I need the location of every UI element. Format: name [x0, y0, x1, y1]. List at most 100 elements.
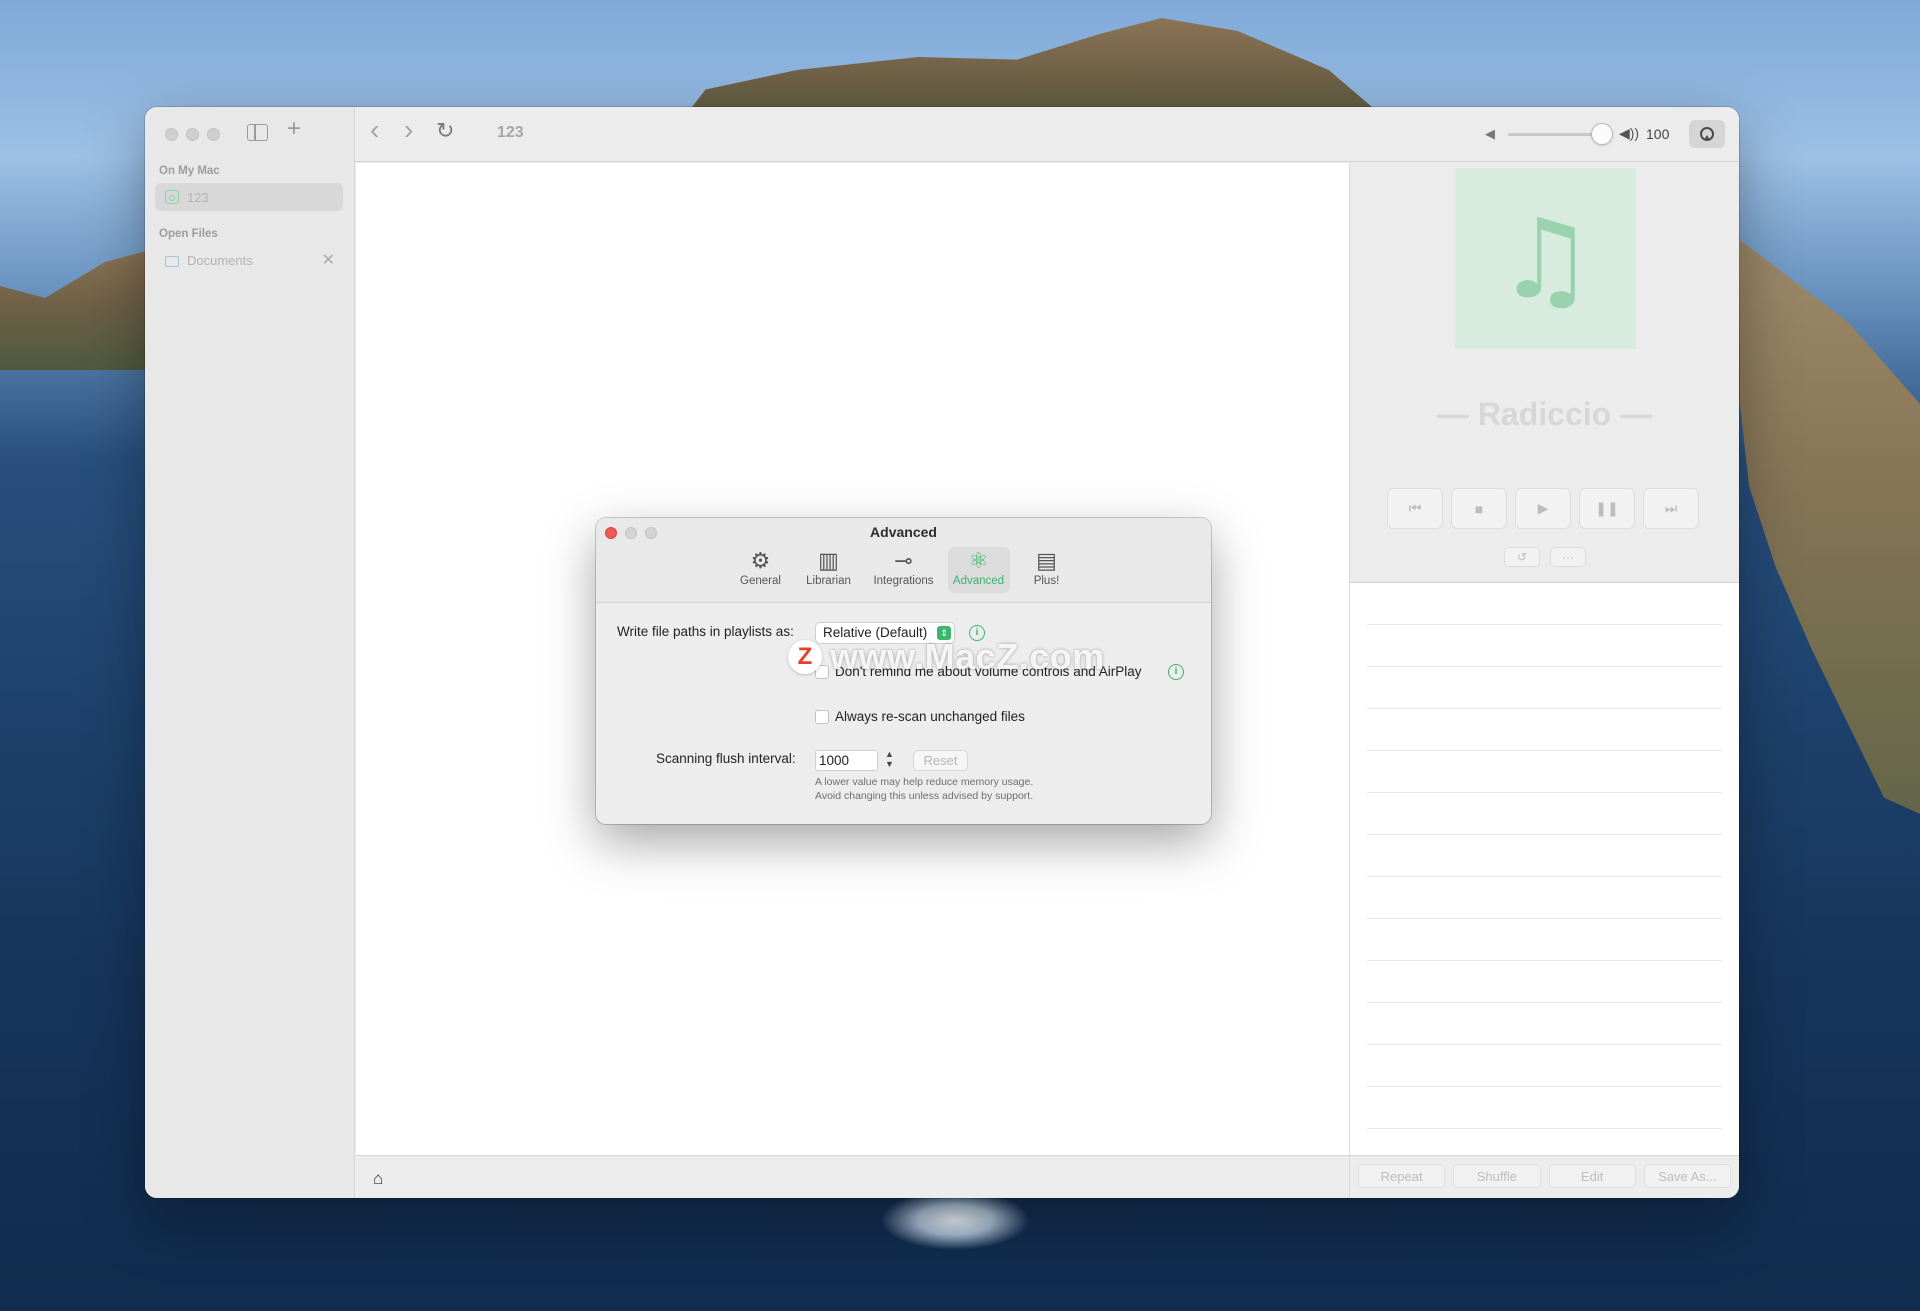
stepper-down-icon[interactable]: ▼ — [883, 759, 896, 769]
chevron-updown-icon: ⇕ — [937, 626, 951, 640]
folder-icon — [165, 255, 179, 267]
atom-icon: ⚛ — [968, 549, 989, 574]
tab-librarian[interactable]: ▥ Librarian — [798, 547, 860, 593]
sidebar-item-label: 123 — [187, 189, 209, 205]
playlist — [1349, 583, 1739, 1155]
forward-button[interactable]: › — [404, 116, 413, 144]
add-icon[interactable]: + — [287, 117, 301, 141]
zoom-window-button[interactable] — [207, 128, 220, 141]
list-item — [1367, 625, 1722, 667]
help-text: A lower value may help reduce memory usa… — [815, 776, 1033, 803]
reload-button[interactable]: ↻ — [436, 120, 454, 142]
section-open-files: Open Files — [159, 228, 218, 240]
flush-interval-stepper[interactable]: ▲ ▼ — [883, 749, 896, 771]
write-paths-label: Write file paths in playlists as: — [617, 624, 794, 639]
more-icon[interactable]: ··· — [1550, 547, 1586, 567]
dialog-title: Advanced — [870, 524, 937, 540]
home-icon[interactable]: ⌂ — [373, 1169, 383, 1189]
airplay-button[interactable] — [1689, 120, 1725, 148]
plug-icon: ⊸ — [894, 549, 913, 574]
preferences-tabs: ⚙ General ▥ Librarian ⊸ Integrations ⚛ A… — [596, 547, 1211, 593]
tab-general[interactable]: ⚙ General — [730, 547, 792, 593]
info-icon[interactable]: i — [1168, 664, 1184, 680]
volume-reminder-label: Don't remind me about volume controls an… — [835, 664, 1142, 679]
list-item — [1367, 835, 1722, 877]
info-icon[interactable]: i — [969, 625, 985, 641]
minimize-window-button[interactable] — [186, 128, 199, 141]
sidebar-item-documents[interactable]: Documents ✕ — [155, 246, 343, 274]
album-art: ♫ — [1455, 168, 1636, 349]
list-item — [1367, 709, 1722, 751]
dialog-body: Write file paths in playlists as: Relati… — [596, 604, 1211, 824]
repeat-icon[interactable]: ↺ — [1504, 547, 1540, 567]
tab-plus[interactable]: ▤ Plus! — [1016, 547, 1078, 593]
flush-interval-label: Scanning flush interval: — [656, 751, 796, 766]
list-item — [1367, 1087, 1722, 1129]
tab-label: Librarian — [806, 575, 851, 587]
next-button[interactable]: ⏭ — [1643, 488, 1699, 529]
repeat-button[interactable]: Repeat — [1358, 1164, 1446, 1188]
wallpaper-rock — [880, 1190, 1030, 1250]
play-button[interactable]: ▶ — [1515, 488, 1571, 529]
close-window-button[interactable] — [165, 128, 178, 141]
flush-interval-field[interactable]: 1000 — [815, 750, 878, 771]
store-icon: ▤ — [1036, 549, 1057, 574]
wallpaper-cliff-left — [0, 250, 150, 370]
dialog-header: Advanced ⚙ General ▥ Librarian ⊸ Integra… — [596, 518, 1211, 603]
airplay-icon — [1700, 127, 1714, 141]
section-on-my-mac: On My Mac — [159, 165, 220, 177]
tab-label: General — [740, 575, 781, 587]
track-name: — Radiccio — — [1436, 396, 1653, 432]
write-paths-select[interactable]: Relative (Default) ⇕ — [815, 622, 955, 644]
sidebar-item-label: Documents — [187, 252, 253, 268]
tab-label: Integrations — [873, 575, 934, 587]
rescan-checkbox[interactable] — [815, 710, 829, 724]
list-item — [1367, 919, 1722, 961]
back-button[interactable]: ‹ — [370, 116, 379, 144]
sidebar-item-123[interactable]: 123 — [155, 183, 343, 211]
pause-button[interactable]: ❚❚ — [1579, 488, 1635, 529]
tab-label: Advanced — [952, 575, 1005, 587]
music-note-icon: ♫ — [1496, 194, 1595, 323]
volume-slider-thumb[interactable] — [1591, 123, 1613, 145]
sidebar-toggle-icon[interactable] — [247, 124, 268, 141]
transport-controls: ⏮ ■ ▶ ❚❚ ⏭ — [1387, 488, 1699, 529]
list-item — [1367, 1003, 1722, 1045]
location-title: 123 — [497, 124, 524, 141]
list-item — [1367, 877, 1722, 919]
tab-integrations[interactable]: ⊸ Integrations — [866, 547, 942, 593]
help-line: Avoid changing this unless advised by su… — [815, 789, 1034, 802]
reset-button[interactable]: Reset — [913, 750, 968, 771]
shuffle-button[interactable]: Shuffle — [1453, 1164, 1541, 1188]
write-paths-value: Relative (Default) — [823, 625, 928, 640]
volume-reminder-checkbox[interactable] — [815, 665, 829, 679]
previous-button[interactable]: ⏮ — [1387, 488, 1443, 529]
volume-high-icon: ◀)) — [1619, 125, 1640, 141]
sidebar: + On My Mac 123 Open Files Documents ✕ — [145, 107, 355, 1198]
list-item — [1367, 793, 1722, 835]
tab-advanced[interactable]: ⚛ Advanced — [947, 547, 1010, 593]
playlist-toolbar: Repeat Shuffle Edit Save As... — [1349, 1155, 1739, 1198]
rescan-label: Always re-scan unchanged files — [835, 709, 1025, 724]
stop-button[interactable]: ■ — [1451, 488, 1507, 529]
volume-low-icon: ◀ — [1485, 126, 1495, 141]
list-item — [1367, 667, 1722, 709]
volume-value: 100 — [1646, 126, 1670, 142]
secondary-controls: ↺ ··· — [1504, 547, 1586, 567]
edit-button[interactable]: Edit — [1548, 1164, 1636, 1188]
stepper-up-icon[interactable]: ▲ — [883, 749, 896, 759]
window-controls — [165, 128, 220, 141]
wallpaper-cliff-right — [1740, 240, 1920, 814]
volume-slider[interactable] — [1508, 133, 1603, 136]
tab-label: Plus! — [1033, 575, 1060, 587]
list-item — [1367, 583, 1722, 625]
device-icon — [165, 190, 179, 204]
close-icon[interactable]: ✕ — [322, 250, 335, 270]
list-item — [1367, 1045, 1722, 1087]
save-as-button[interactable]: Save As... — [1643, 1164, 1731, 1188]
player-panel: ♫ — Radiccio — ⏮ ■ ▶ ❚❚ ⏭ ↺ ··· — [1349, 163, 1739, 583]
toolbar: ‹ › ↻ 123 ◀ ◀)) 100 — [355, 107, 1739, 162]
preferences-dialog: Advanced ⚙ General ▥ Librarian ⊸ Integra… — [596, 518, 1211, 824]
list-item — [1367, 751, 1722, 793]
help-line: A lower value may help reduce memory usa… — [815, 776, 1034, 788]
